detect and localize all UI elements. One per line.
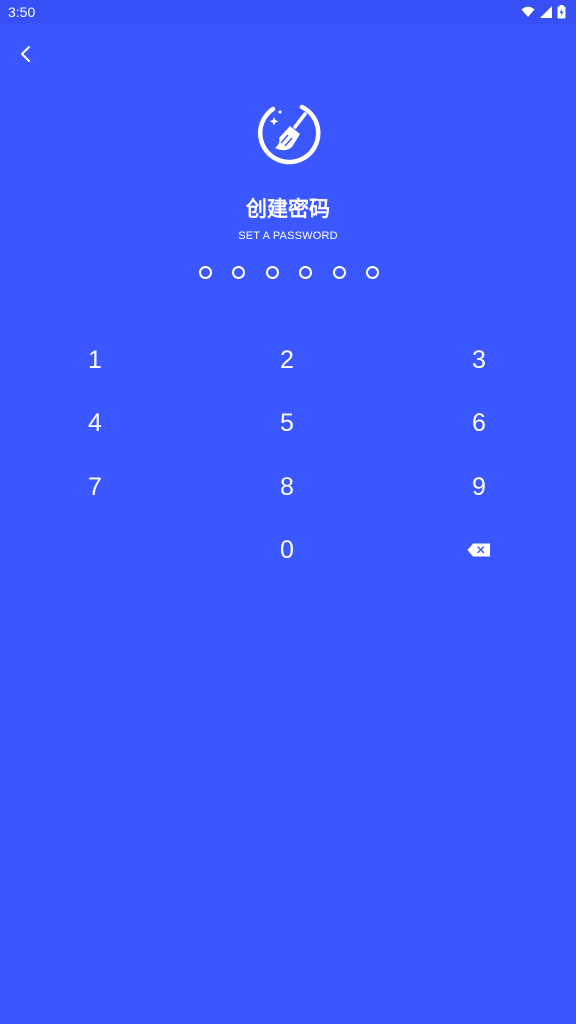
status-time: 3:50 [8,4,36,20]
broom-cleaner-icon [258,104,321,165]
battery-icon [557,5,566,19]
wifi-icon [521,5,535,19]
back-button[interactable] [12,40,40,68]
key-2[interactable]: 2 [227,330,347,390]
pin-dot [365,266,379,279]
status-icons [521,4,566,20]
chevron-left-icon [21,46,30,62]
key-3[interactable]: 3 [419,330,539,390]
page-title: 创建密码 [246,197,330,221]
pin-dot [299,266,313,279]
key-8[interactable]: 8 [227,457,347,517]
backspace-icon [467,543,490,557]
key-7[interactable]: 7 [35,457,155,517]
status-bar: 3:50 [0,0,576,24]
key-0[interactable]: 0 [227,520,347,580]
pin-dot [265,266,279,279]
key-6[interactable]: 6 [419,393,539,453]
page-subtitle: SET A PASSWORD [238,230,338,242]
pin-indicator [199,266,379,280]
key-9[interactable]: 9 [419,457,539,517]
pin-dot [332,266,346,279]
delete-button[interactable] [419,520,539,580]
key-4[interactable]: 4 [35,393,155,453]
pin-dot [199,266,212,279]
signal-icon [539,5,553,19]
app-logo [255,101,321,167]
key-5[interactable]: 5 [227,393,347,453]
pin-dot [232,266,246,279]
key-1[interactable]: 1 [35,330,155,390]
